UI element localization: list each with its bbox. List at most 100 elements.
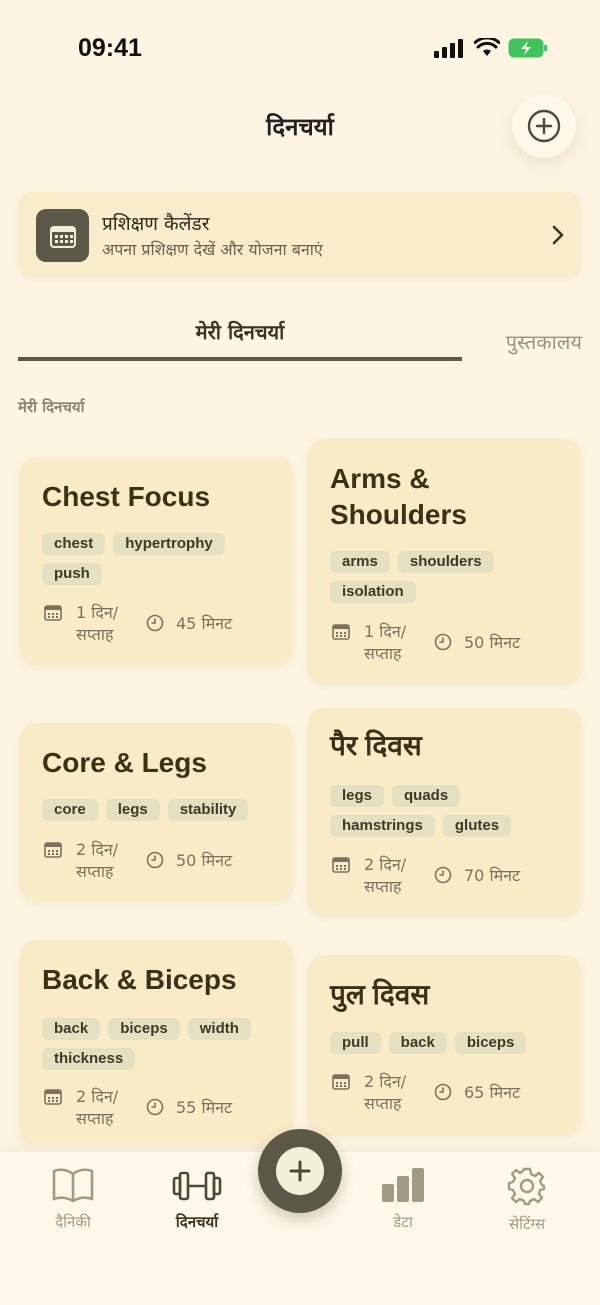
tag-list: back biceps width thickness: [42, 1018, 279, 1070]
gear-icon: [507, 1167, 546, 1206]
frequency-text: 1 दिन/सप्ताह: [76, 603, 119, 644]
routine-card[interactable]: Core & Legs core legs stability 2 दिन/सप…: [20, 723, 293, 901]
tag: arms: [330, 551, 390, 573]
nav-item-settings[interactable]: सेटिंग्स: [472, 1166, 582, 1234]
tag: isolation: [330, 581, 416, 603]
routine-card[interactable]: पुल दिवस pull back biceps 2 दिन/सप्ताह 6…: [308, 955, 581, 1135]
tag: hypertrophy: [113, 533, 225, 555]
section-label: मेरी दिनचर्या: [18, 398, 85, 416]
status-time: 09:41: [78, 34, 142, 62]
nav-item-journal[interactable]: दैनिकी: [18, 1166, 128, 1232]
frequency-text: 2 दिन/सप्ताह: [364, 1072, 407, 1113]
tag: stability: [167, 799, 249, 821]
routine-title: Chest Focus: [42, 481, 211, 512]
tag: biceps: [454, 1032, 527, 1054]
tag: thickness: [42, 1048, 136, 1070]
duration-text: 55 मिनट: [176, 1098, 233, 1117]
frequency-text: 2 दिन/सप्ताह: [76, 1087, 119, 1128]
duration-text: 45 मिनट: [176, 614, 233, 633]
nav-label: दैनिकी: [55, 1213, 91, 1231]
tag: quads: [392, 785, 461, 807]
tag: back: [388, 1032, 447, 1054]
tag: back: [42, 1018, 101, 1040]
routine-meta: 1 दिन/सप्ताह 45 मिनट: [44, 602, 283, 652]
wifi-icon: [474, 38, 500, 56]
tag: hamstrings: [330, 815, 435, 837]
plus-icon: [289, 1160, 311, 1182]
tag: push: [42, 563, 102, 585]
tab-my-routines[interactable]: मेरी दिनचर्या: [18, 318, 462, 345]
battery-icon: [508, 38, 547, 58]
clock-icon: [146, 614, 164, 632]
nav-label: दिनचर्या: [175, 1213, 219, 1231]
calendar-icon: [332, 1074, 350, 1090]
plus-circle-icon: [527, 109, 561, 143]
tag: legs: [105, 799, 160, 821]
tag: core: [42, 799, 98, 821]
clock-icon: [146, 851, 164, 869]
routine-card[interactable]: Arms & Shoulders arms shoulders isolation…: [308, 439, 581, 684]
routine-meta: 2 दिन/सप्ताह 55 मिनट: [44, 1086, 283, 1136]
dumbbell-icon: [172, 1171, 222, 1201]
tab-library[interactable]: पुस्तकालय: [470, 328, 582, 355]
page-title: दिनचर्या: [266, 113, 334, 141]
calendar-icon: [332, 857, 350, 873]
tag-list: legs quads hamstrings glutes: [330, 785, 567, 837]
banner-title: प्रशिक्षण कैलेंडर: [102, 213, 210, 235]
clock-icon: [434, 866, 452, 884]
tag: chest: [42, 533, 106, 555]
tag: glutes: [442, 815, 512, 837]
tag: width: [187, 1018, 251, 1040]
nav-item-data[interactable]: डेटा: [348, 1166, 458, 1232]
nav-label: सेटिंग्स: [509, 1215, 545, 1233]
routine-card[interactable]: Chest Focus chest hypertrophy push 1 दिन…: [20, 457, 293, 665]
status-bar: 09:41: [0, 0, 600, 96]
frequency-text: 2 दिन/सप्ताह: [364, 855, 407, 896]
routine-meta: 2 दिन/सप्ताह 50 मिनट: [44, 839, 283, 889]
active-tab-indicator: [18, 357, 462, 361]
clock-icon: [434, 1083, 452, 1101]
routine-meta: 2 दिन/सप्ताह 65 मिनट: [332, 1071, 571, 1121]
signal-icon: [434, 39, 463, 58]
routine-card[interactable]: पैर दिवस legs quads hamstrings glutes 2 …: [308, 708, 581, 916]
routine-title: पुल दिवस: [330, 979, 430, 1010]
calendar-icon: [44, 842, 62, 858]
fab-inner: [276, 1147, 324, 1195]
tag-list: arms shoulders isolation: [330, 551, 567, 603]
training-calendar-banner[interactable]: प्रशिक्षण कैलेंडर अपना प्रशिक्षण देखें औ…: [18, 192, 581, 278]
clock-icon: [434, 633, 452, 651]
duration-text: 65 मिनट: [464, 1083, 521, 1102]
clock-icon: [146, 1098, 164, 1116]
add-fab-button[interactable]: [258, 1129, 342, 1213]
tag-list: chest hypertrophy push: [42, 533, 279, 585]
routine-title: पैर दिवस: [330, 730, 422, 761]
calendar-icon: [49, 225, 76, 248]
book-icon: [52, 1168, 94, 1203]
chevron-right-icon: [552, 225, 564, 245]
tag: biceps: [108, 1018, 180, 1040]
routine-title: Core & Legs: [42, 747, 207, 778]
status-icons: [434, 38, 548, 58]
nav-item-routines[interactable]: दिनचर्या: [142, 1166, 252, 1232]
bar-chart-icon: [382, 1168, 424, 1202]
calendar-icon: [44, 1089, 62, 1105]
duration-text: 50 मिनट: [464, 633, 521, 652]
nav-label: डेटा: [393, 1213, 413, 1231]
tag-list: core legs stability: [42, 799, 279, 821]
frequency-text: 2 दिन/सप्ताह: [76, 840, 119, 881]
tag-list: pull back biceps: [330, 1032, 567, 1054]
routine-title: Back & Biceps: [42, 964, 237, 995]
calendar-icon: [44, 605, 62, 621]
duration-text: 50 मिनट: [176, 851, 233, 870]
calendar-tile: [36, 209, 89, 262]
tag: shoulders: [397, 551, 494, 573]
duration-text: 70 मिनट: [464, 866, 521, 885]
calendar-icon: [332, 624, 350, 640]
routine-card[interactable]: Back & Biceps back biceps width thicknes…: [20, 940, 293, 1145]
frequency-text: 1 दिन/सप्ताह: [364, 622, 407, 663]
banner-subtitle: अपना प्रशिक्षण देखें और योजना बनाएं: [102, 240, 323, 259]
tag: legs: [330, 785, 385, 807]
add-routine-button[interactable]: [512, 94, 576, 158]
routine-meta: 1 दिन/सप्ताह 50 मिनट: [332, 621, 571, 671]
routine-title: Arms & Shoulders: [330, 463, 467, 530]
